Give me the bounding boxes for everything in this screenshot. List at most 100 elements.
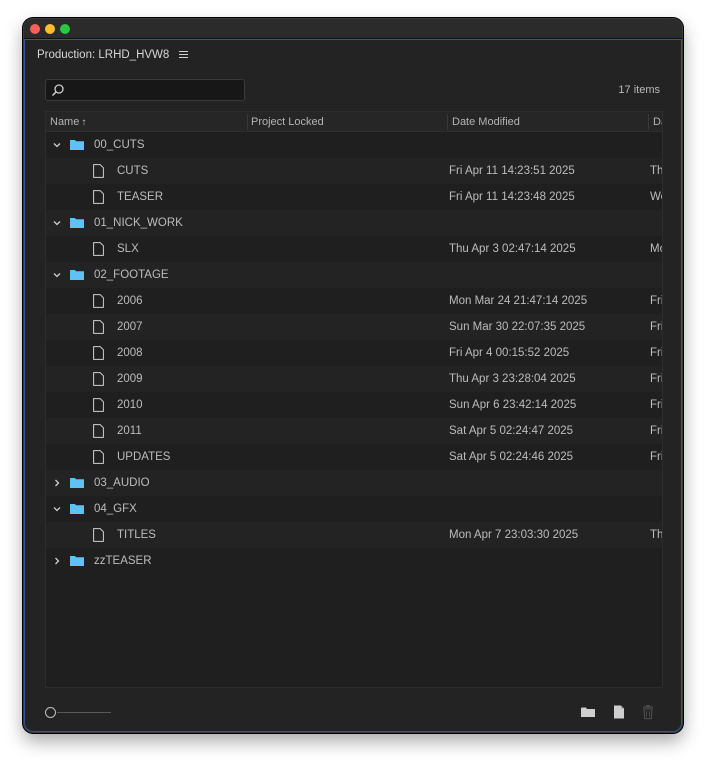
row-name: 04_GFX bbox=[94, 503, 137, 515]
trash-icon[interactable] bbox=[640, 704, 656, 720]
new-folder-icon[interactable] bbox=[580, 704, 596, 720]
zoom-window-button[interactable] bbox=[60, 24, 70, 34]
item-count: 17 items bbox=[618, 84, 660, 96]
panel-header: Production: LRHD_HVW8 bbox=[37, 46, 189, 64]
panel-menu-icon[interactable] bbox=[179, 51, 189, 59]
row-name: TEASER bbox=[117, 191, 164, 203]
row-date-modified: Sat Apr 5 02:24:47 2025 bbox=[449, 425, 574, 437]
column-header-name[interactable]: Name ↑ bbox=[50, 112, 245, 132]
file-row[interactable]: 2011 Sat Apr 5 02:24:47 2025 Fri bbox=[46, 418, 662, 444]
row-name: 00_CUTS bbox=[94, 139, 145, 151]
list-rows: 00_CUTS CUTS Fri Apr 11 14:23:51 2025 Th TEA… bbox=[46, 132, 662, 574]
file-row[interactable]: TEASER Fri Apr 11 14:23:48 2025 We bbox=[46, 184, 662, 210]
list-header: Name↑ Project Locked Date Modified Da bbox=[46, 112, 662, 132]
row-date-modified: Fri Apr 4 00:15:52 2025 bbox=[449, 347, 570, 359]
column-header-date-modified[interactable]: Date Modified bbox=[452, 112, 642, 132]
row-date-modified: Thu Apr 3 02:47:14 2025 bbox=[449, 243, 576, 255]
file-icon bbox=[93, 294, 104, 308]
row-date-created: Fri bbox=[650, 321, 663, 333]
project-list[interactable]: Name↑ Project Locked Date Modified Da 00… bbox=[45, 111, 663, 688]
file-icon bbox=[93, 424, 104, 438]
file-row[interactable]: 2008 Fri Apr 4 00:15:52 2025 Fri bbox=[46, 340, 662, 366]
row-date-created: Fri bbox=[650, 347, 663, 359]
file-row[interactable]: CUTS Fri Apr 11 14:23:51 2025 Th bbox=[46, 158, 662, 184]
row-name: 02_FOOTAGE bbox=[94, 269, 169, 281]
row-name: CUTS bbox=[117, 165, 149, 177]
row-date-created: Th bbox=[650, 165, 663, 177]
folder-row[interactable]: 00_CUTS bbox=[46, 132, 662, 158]
row-date-modified: Sun Apr 6 23:42:14 2025 bbox=[449, 399, 577, 411]
row-date-modified: Fri Apr 11 14:23:48 2025 bbox=[449, 191, 575, 203]
row-name: 2010 bbox=[117, 399, 143, 411]
row-name: 01_NICK_WORK bbox=[94, 217, 183, 229]
minimize-window-button[interactable] bbox=[45, 24, 55, 34]
title-bar[interactable] bbox=[24, 19, 682, 39]
chevron-down-icon[interactable] bbox=[51, 269, 63, 281]
file-icon bbox=[93, 320, 104, 334]
row-name: zzTEASER bbox=[94, 555, 152, 567]
row-name: 2008 bbox=[117, 347, 143, 359]
file-row[interactable]: 2010 Sun Apr 6 23:42:14 2025 Fri bbox=[46, 392, 662, 418]
row-date-created: Fri bbox=[650, 373, 663, 385]
folder-icon bbox=[70, 556, 84, 566]
file-row[interactable]: 2009 Thu Apr 3 23:28:04 2025 Fri bbox=[46, 366, 662, 392]
row-date-modified: Mon Apr 7 23:03:30 2025 bbox=[449, 529, 579, 541]
search-box[interactable] bbox=[45, 79, 245, 101]
row-name: 03_AUDIO bbox=[94, 477, 150, 489]
row-date-modified: Fri Apr 11 14:23:51 2025 bbox=[449, 165, 575, 177]
file-icon bbox=[93, 528, 104, 542]
row-name: 2009 bbox=[117, 373, 143, 385]
zoom-slider[interactable] bbox=[45, 706, 115, 720]
file-icon bbox=[93, 398, 104, 412]
slider-knob[interactable] bbox=[45, 707, 56, 718]
row-date-created: Fri bbox=[650, 425, 663, 437]
file-icon bbox=[93, 372, 104, 386]
row-date-created: Mo bbox=[650, 243, 662, 255]
folder-row[interactable]: 03_AUDIO bbox=[46, 470, 662, 496]
row-date-created: Fri bbox=[650, 451, 663, 463]
file-row[interactable]: 2007 Sun Mar 30 22:07:35 2025 Fri bbox=[46, 314, 662, 340]
row-name: UPDATES bbox=[117, 451, 171, 463]
folder-icon bbox=[70, 218, 84, 228]
row-date-created: We bbox=[650, 191, 662, 203]
folder-icon bbox=[70, 478, 84, 488]
folder-row[interactable]: 02_FOOTAGE bbox=[46, 262, 662, 288]
file-icon bbox=[93, 450, 104, 464]
row-date-created: Fri bbox=[650, 295, 663, 307]
close-window-button[interactable] bbox=[30, 24, 40, 34]
row-name: TITLES bbox=[117, 529, 156, 541]
folder-row[interactable]: zzTEASER bbox=[46, 548, 662, 574]
chevron-down-icon[interactable] bbox=[51, 139, 63, 151]
chevron-down-icon[interactable] bbox=[51, 217, 63, 229]
file-icon bbox=[93, 346, 104, 360]
search-input[interactable] bbox=[68, 82, 240, 98]
folder-row[interactable]: 04_GFX bbox=[46, 496, 662, 522]
file-row[interactable]: UPDATES Sat Apr 5 02:24:46 2025 Fri bbox=[46, 444, 662, 470]
file-icon bbox=[93, 242, 104, 256]
folder-icon bbox=[70, 140, 84, 150]
row-name: 2007 bbox=[117, 321, 143, 333]
slider-track[interactable] bbox=[57, 712, 111, 713]
row-date-modified: Sun Mar 30 22:07:35 2025 bbox=[449, 321, 586, 333]
row-date-modified: Thu Apr 3 23:28:04 2025 bbox=[449, 373, 576, 385]
production-panel: Production: LRHD_HVW8 17 items Name ↑ Pro… bbox=[24, 39, 682, 732]
chevron-down-icon[interactable] bbox=[51, 503, 63, 515]
file-row[interactable]: 2006 Mon Mar 24 21:47:14 2025 Fri bbox=[46, 288, 662, 314]
search-icon bbox=[51, 84, 64, 97]
row-name: SLX bbox=[117, 243, 139, 255]
row-date-created: Fri bbox=[650, 399, 663, 411]
file-row[interactable]: SLX Thu Apr 3 02:47:14 2025 Mo bbox=[46, 236, 662, 262]
production-window: Production: LRHD_HVW8 17 items Name ↑ Pro… bbox=[23, 18, 683, 733]
column-header-project-locked[interactable]: Project Locked bbox=[251, 112, 441, 132]
row-name: 2006 bbox=[117, 295, 143, 307]
file-row[interactable]: TITLES Mon Apr 7 23:03:30 2025 Th bbox=[46, 522, 662, 548]
chevron-right-icon[interactable] bbox=[51, 555, 63, 567]
row-date-modified: Mon Mar 24 21:47:14 2025 bbox=[449, 295, 588, 307]
file-icon bbox=[93, 164, 104, 178]
column-header-date-created[interactable]: Da bbox=[653, 112, 662, 132]
row-date-modified: Sat Apr 5 02:24:46 2025 bbox=[449, 451, 574, 463]
new-item-icon[interactable] bbox=[611, 704, 627, 720]
folder-icon bbox=[70, 270, 84, 280]
folder-row[interactable]: 01_NICK_WORK bbox=[46, 210, 662, 236]
chevron-right-icon[interactable] bbox=[51, 477, 63, 489]
